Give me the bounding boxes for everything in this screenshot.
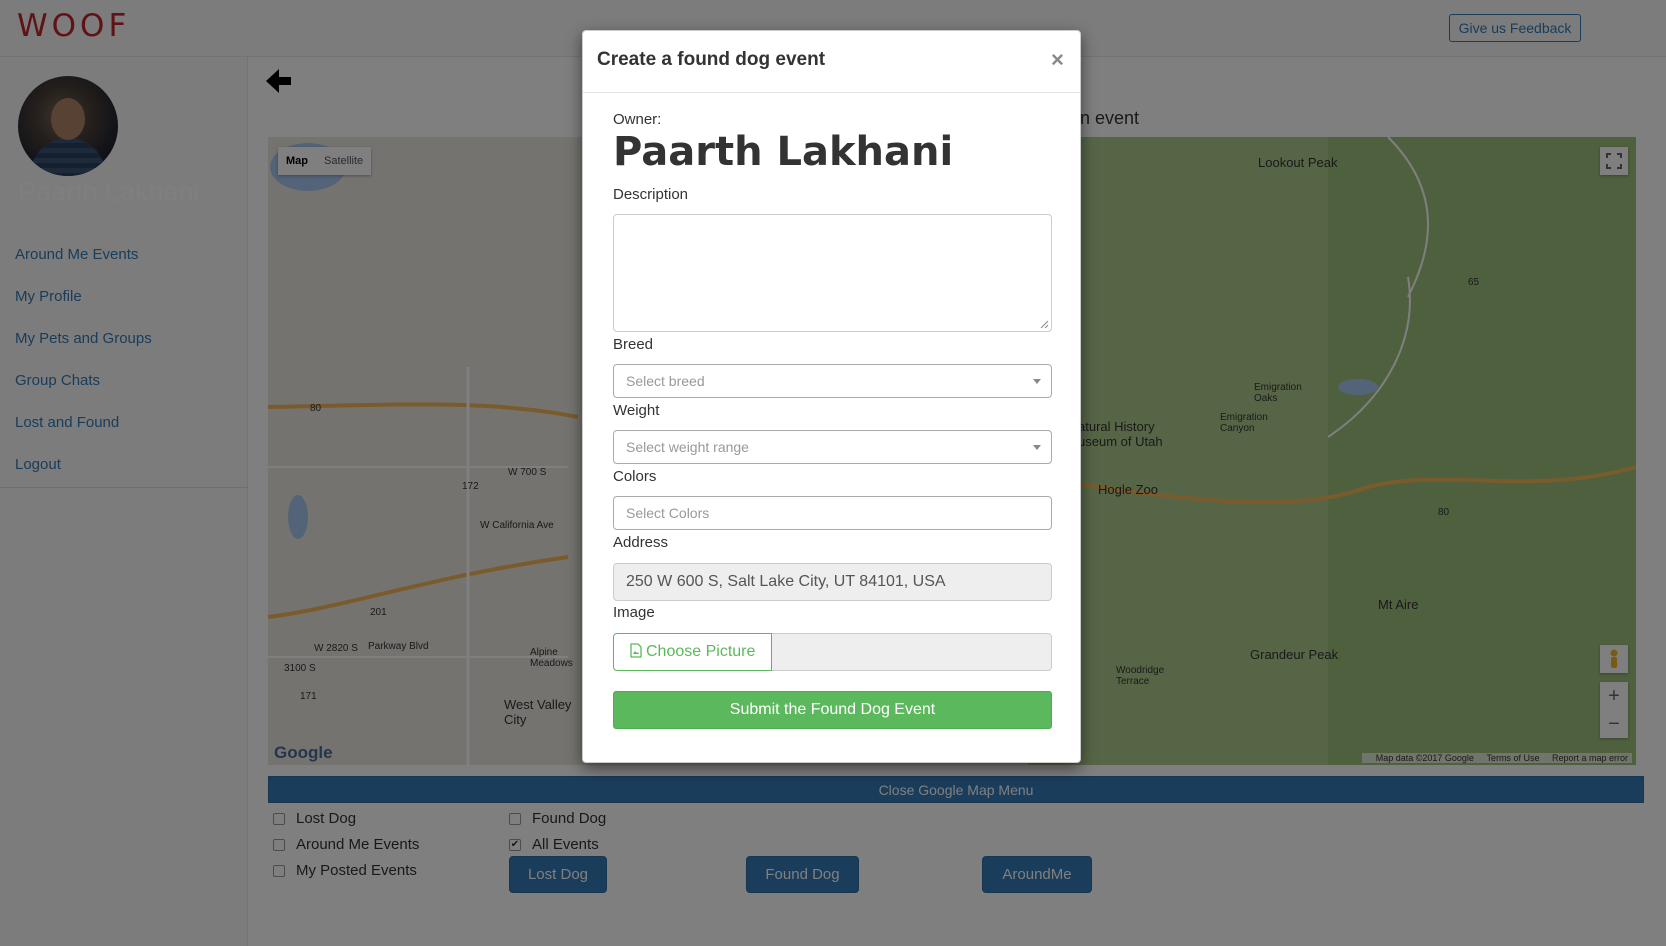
breed-select[interactable]: Select breed [613, 364, 1052, 398]
colors-placeholder: Select Colors [626, 505, 710, 521]
owner-label: Owner: [613, 111, 662, 128]
resize-handle-icon[interactable] [1039, 319, 1049, 329]
description-label: Description [613, 186, 689, 203]
description-textarea[interactable] [613, 214, 1052, 332]
submit-found-dog-button[interactable]: Submit the Found Dog Event [613, 691, 1052, 729]
image-label: Image [613, 604, 655, 621]
create-found-dog-modal: Create a found dog event × Owner: Paarth… [582, 30, 1081, 763]
address-field[interactable]: 250 W 600 S, Salt Lake City, UT 84101, U… [613, 563, 1052, 601]
modal-header: Create a found dog event × [583, 31, 1080, 93]
colors-input[interactable]: Select Colors [613, 496, 1052, 530]
weight-select[interactable]: Select weight range [613, 430, 1052, 464]
weight-label: Weight [613, 402, 660, 419]
breed-label: Breed [613, 336, 654, 353]
image-file-icon [630, 643, 642, 658]
close-icon[interactable]: × [1051, 47, 1064, 73]
breed-placeholder: Select breed [626, 373, 705, 389]
choose-picture-button[interactable]: Choose Picture [613, 633, 772, 671]
weight-placeholder: Select weight range [626, 439, 749, 455]
choose-picture-label: Choose Picture [646, 643, 756, 660]
image-upload-group: Choose Picture [613, 633, 1052, 671]
address-label: Address [613, 534, 669, 551]
modal-title: Create a found dog event [597, 49, 826, 70]
chevron-down-icon [1033, 445, 1041, 450]
colors-label: Colors [613, 468, 657, 485]
chevron-down-icon [1033, 379, 1041, 384]
file-name-display [772, 633, 1052, 671]
owner-name: Paarth Lakhani [613, 129, 954, 175]
